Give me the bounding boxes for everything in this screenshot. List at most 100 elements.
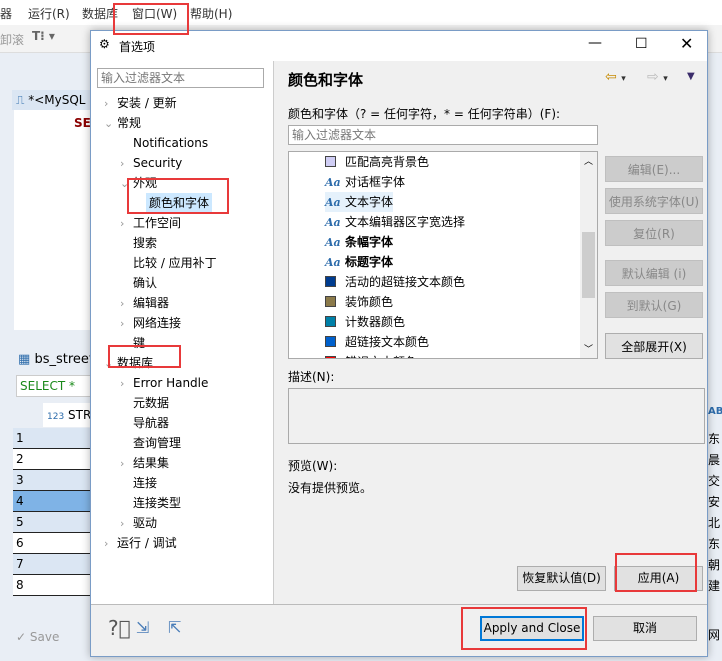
column-header[interactable]: 123 STR [43,403,93,427]
list-item[interactable]: Aa 文本字体 [325,192,394,212]
tree-item[interactable]: 外观 [133,173,157,193]
font-icon: Aa [325,176,341,189]
view-menu-icon[interactable]: ▼ [687,71,695,82]
results-tab-label: bs_street [34,352,94,367]
tree-item[interactable]: 颜色和字体 [146,193,213,213]
default-edit-button[interactable]: 默认编辑 (i) [605,260,703,286]
use-system-font-button[interactable]: 使用系统字体(U) [605,188,703,214]
list-item[interactable]: Aa 标题字体 [325,252,393,272]
menu-item-help[interactable]: 帮助(H) [190,5,232,22]
maximize-button[interactable]: ☐ [635,36,648,52]
edit-button[interactable]: 编辑(E)... [605,156,703,182]
export-icon[interactable]: ⇱ [168,618,181,637]
tree-item[interactable]: 安装 / 更新 [117,93,177,113]
expand-all-button[interactable]: 全部展开(X) [605,333,703,359]
menu-item-editor[interactable]: 器 [0,5,12,22]
tree-item[interactable]: 连接类型 [133,493,181,513]
chevron-down-icon[interactable]: ⌄ [120,177,129,190]
table-row[interactable]: 1 [13,428,93,449]
chevron-down-icon[interactable]: ⌄ [104,357,113,370]
menu-item-database[interactable]: 数据库 [82,5,118,22]
scroll-thumb[interactable] [582,232,595,298]
list-item[interactable]: 超链接文本颜色 [325,332,429,352]
table-row[interactable]: 7 [13,554,93,575]
text-format-icon[interactable]: T⁝ ▾ [32,29,55,43]
list-item[interactable]: Aa 对话框字体 [325,172,405,192]
table-row[interactable]: 6 [13,533,93,554]
tree-item[interactable]: 网络连接 [133,313,181,333]
chevron-right-icon[interactable]: › [120,217,124,230]
list-item[interactable]: 计数器颜色 [325,312,405,332]
list-item[interactable]: 错误文本颜色 [325,352,417,358]
preferences-dialog: ⚙ 首选项 — ☐ ✕ 输入过滤器文本 › 安装 / 更新 ⌄ 常规 Notificat… [90,30,708,657]
list-filter-input[interactable]: 输入过滤器文本 [288,125,598,145]
list-item[interactable]: Aa 文本编辑器区字宽选择 [325,212,465,232]
tree-item[interactable]: 结果集 [133,453,169,473]
help-icon[interactable]: ?⃝ [108,616,131,640]
list-item-label: 文本编辑器区字宽选择 [345,215,466,229]
tree-item[interactable]: 连接 [133,473,157,493]
editor-text: SE [74,116,91,130]
import-icon[interactable]: ⇲ [136,618,149,637]
tree-item[interactable]: 查询管理 [133,433,181,453]
tree-item[interactable]: 确认 [133,273,157,293]
list-item[interactable]: 匹配高亮背景色 [325,152,429,172]
color-font-list[interactable]: 匹配高亮背景色 Aa 对话框字体 Aa 文本字体 Aa 文本编辑器区字宽选择 Aa 条幅字体 Aa… [288,151,598,359]
tree-item[interactable]: 驱动 [133,513,157,533]
tree-item[interactable]: 导航器 [133,413,169,433]
tree-item[interactable]: 比较 / 应用补丁 [133,253,217,273]
minimize-button[interactable]: — [588,35,602,51]
tree-item[interactable]: Security [133,153,182,173]
list-item[interactable]: 装饰颜色 [325,292,393,312]
tree-filter-input[interactable]: 输入过滤器文本 [97,68,264,88]
table-row[interactable]: 4 [13,491,93,512]
reset-button[interactable]: 复位(R) [605,220,703,246]
table-cell: 北 [708,516,721,530]
restore-defaults-button[interactable]: 恢复默认值(D) [517,566,606,591]
go-to-default-button[interactable]: 到默认(G) [605,292,703,318]
chevron-down-icon[interactable]: ⌄ [104,117,113,130]
sql-filter[interactable]: SELECT * [16,375,92,397]
font-icon: Aa [325,236,341,249]
tree-item[interactable]: 元数据 [133,393,169,413]
chevron-right-icon[interactable]: › [120,157,124,170]
font-icon: Aa [325,256,341,269]
chevron-right-icon[interactable]: › [120,297,124,310]
results-tab[interactable]: ▦ bs_street [14,350,94,370]
chevron-right-icon[interactable]: › [104,537,108,550]
chevron-right-icon[interactable]: › [120,457,124,470]
back-icon[interactable]: ⇦ ▾ [605,69,626,85]
tree-item[interactable]: 工作空间 [133,213,181,233]
tree-item[interactable]: 常规 [117,113,141,133]
forward-icon[interactable]: ⇨ ▾ [647,69,668,85]
chevron-right-icon[interactable]: › [120,317,124,330]
menu-item-window[interactable]: 窗口(W) [132,5,177,22]
chevron-right-icon[interactable]: › [104,97,108,110]
table-row[interactable]: 3 [13,470,93,491]
list-item[interactable]: 活动的超链接文本颜色 [325,272,465,292]
tree-item[interactable]: 数据库 [117,353,153,373]
apply-button[interactable]: 应用(A) [614,566,703,591]
editor-tab[interactable]: ⎍ *<MySQL [12,90,92,110]
chevron-right-icon[interactable]: › [120,377,124,390]
tree-item[interactable]: 搜索 [133,233,157,253]
table-row[interactable]: 8 [13,575,93,596]
chevron-right-icon[interactable]: › [120,517,124,530]
scroll-up-icon[interactable]: ︿ [584,154,593,167]
scroll-down-icon[interactable]: ﹀ [584,342,593,355]
tree-item[interactable]: 编辑器 [133,293,169,313]
list-item[interactable]: Aa 条幅字体 [325,232,393,252]
save-button[interactable]: ✓ Save [16,628,76,646]
table-row[interactable]: 5 [13,512,93,533]
editor-area[interactable]: SE [14,110,94,330]
tree-item[interactable]: 键 [133,333,145,353]
tree-item[interactable]: 运行 / 调试 [117,533,177,553]
tree-item[interactable]: Notifications [133,133,208,153]
menu-item-run[interactable]: 运行(R) [28,5,70,22]
cancel-button[interactable]: 取消 [593,616,697,641]
list-scrollbar[interactable]: ︿ ﹀ [580,152,597,358]
tree-item[interactable]: Error Handle [133,373,208,393]
table-row[interactable]: 2 [13,449,93,470]
apply-and-close-button[interactable]: Apply and Close [480,616,584,641]
close-button[interactable]: ✕ [680,34,693,53]
